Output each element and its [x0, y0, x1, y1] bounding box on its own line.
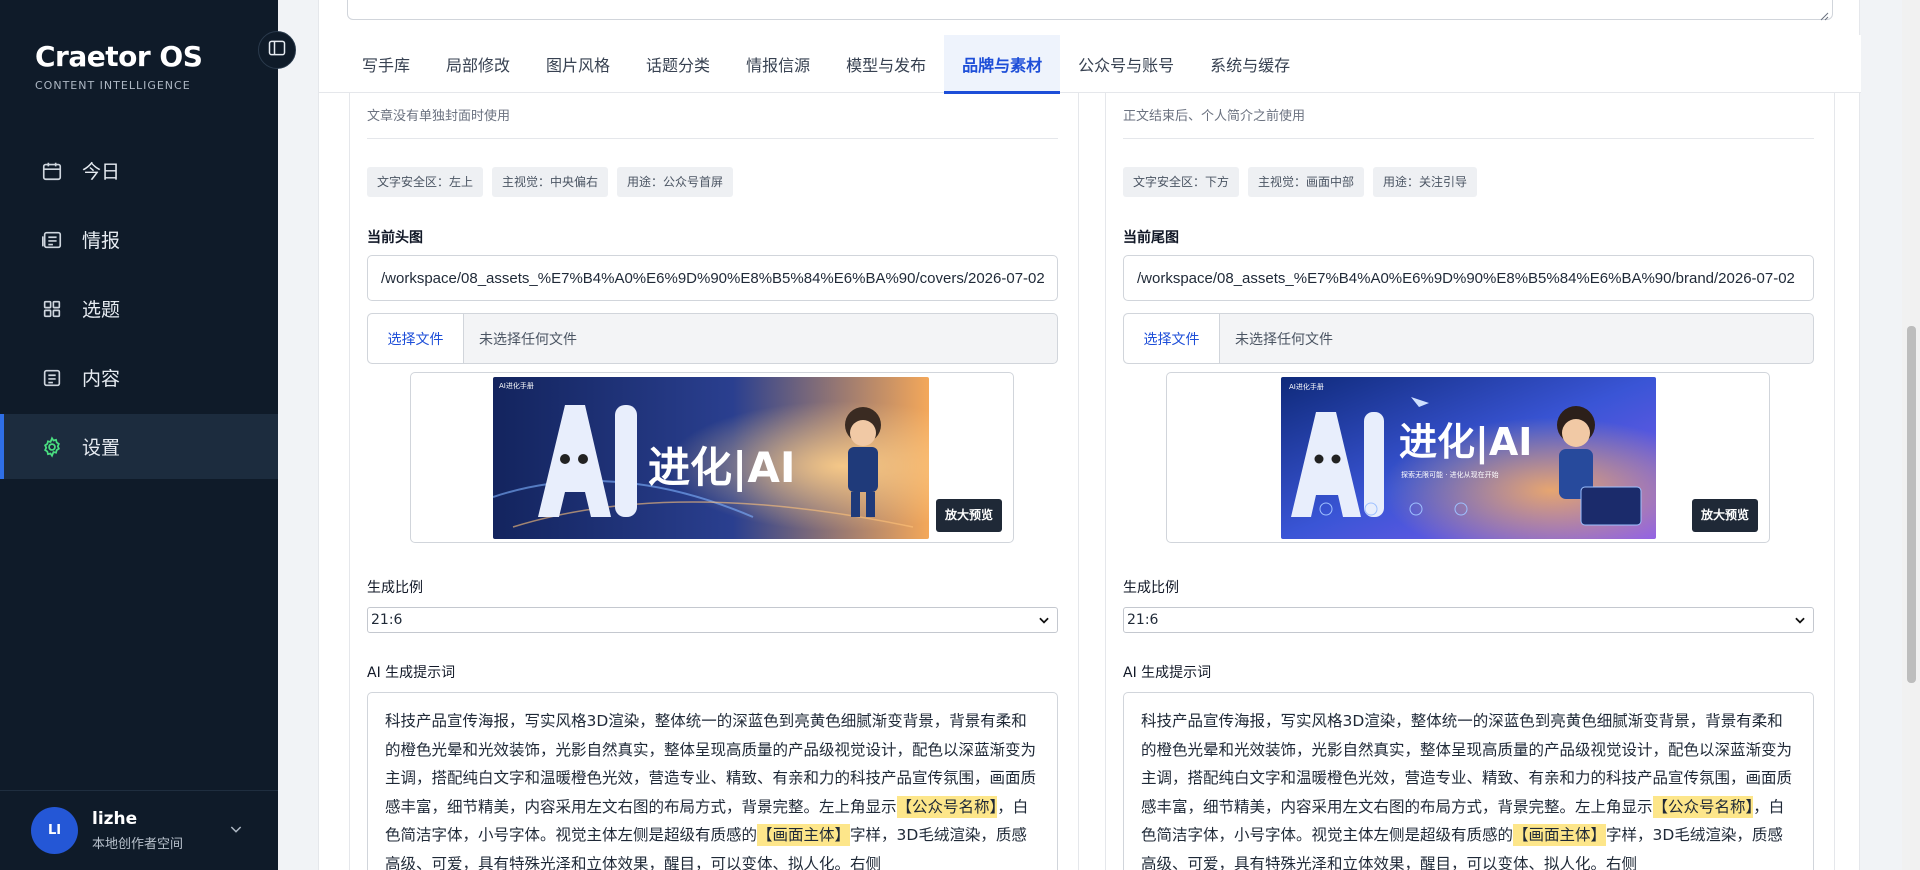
- cover-image-caption: AI进化手册: [499, 381, 534, 390]
- image-path-input[interactable]: /workspace/08_assets_%E7%B4%A0%E6%9D%90%…: [1123, 255, 1814, 301]
- sidebar-item-label: 今日: [82, 161, 121, 183]
- prompt-textarea[interactable]: 科技产品宣传海报，写实风格3D渲染，整体统一的深蓝色到亮黄色细腻渐变背景，背景有…: [1123, 692, 1814, 870]
- cover-image-title: 进化|AI: [648, 443, 795, 492]
- tab-model-publish[interactable]: 模型与发布: [828, 35, 944, 93]
- scrollbar-thumb[interactable]: [1907, 326, 1916, 683]
- main-content: 写手库 局部修改 图片风格 话题分类 情报信源 模型与发布 品牌与素材 公众号与…: [318, 0, 1861, 870]
- sidebar-nav: 今日 情报 选题 内容 设置: [0, 138, 278, 483]
- sidebar: Craetor OS CONTENT INTELLIGENCE 今日 情报 选题: [0, 0, 278, 870]
- image-preview: AI进化手册 进化|AI 放大预览: [410, 372, 1014, 543]
- ratio-label: 生成比例: [367, 580, 423, 596]
- user-workspace: 本地创作者空间: [92, 837, 184, 852]
- sidebar-item-intel[interactable]: 情报: [0, 207, 278, 272]
- sidebar-toggle-button[interactable]: [258, 31, 296, 69]
- chevron-down-icon[interactable]: [228, 821, 244, 841]
- current-image-label: 当前尾图: [1123, 230, 1179, 246]
- tail-image-subtitle: 探索无限可能 · 进化从现在开始: [1401, 470, 1499, 479]
- tab-topic-category[interactable]: 话题分类: [628, 35, 728, 93]
- ratio-select[interactable]: 21:6: [367, 607, 1058, 633]
- grid-icon: [40, 297, 64, 321]
- current-image-label: 当前头图: [367, 230, 423, 246]
- placeholder-highlight: 【画面主体】: [757, 824, 851, 847]
- brand: Craetor OS CONTENT INTELLIGENCE: [35, 40, 203, 92]
- settings-tabs: 写手库 局部修改 图片风格 话题分类 情报信源 模型与发布 品牌与素材 公众号与…: [319, 35, 1861, 94]
- file-picker: 选择文件 未选择任何文件: [1123, 313, 1814, 364]
- tail-image[interactable]: AI进化手册 进化|AI 探索无限可能 · 进化从现在开始: [1281, 377, 1656, 539]
- sidebar-item-topics[interactable]: 选题: [0, 276, 278, 341]
- tab-partial-edit[interactable]: 局部修改: [428, 35, 528, 93]
- prompt-label: AI 生成提示词: [367, 665, 456, 681]
- chevron-down-icon: [1037, 613, 1051, 631]
- tag: 文字安全区：下方: [1123, 167, 1240, 197]
- choose-file-button[interactable]: 选择文件: [368, 314, 464, 363]
- tab-writers[interactable]: 写手库: [344, 35, 428, 93]
- image-path-input[interactable]: /workspace/08_assets_%E7%B4%A0%E6%9D%90%…: [367, 255, 1058, 301]
- brand-subtitle: CONTENT INTELLIGENCE: [35, 79, 191, 92]
- tab-image-style[interactable]: 图片风格: [528, 35, 628, 93]
- zoom-preview-button[interactable]: 放大预览: [1691, 499, 1758, 532]
- image-preview: AI进化手册 进化|AI 探索无限可能 · 进化从现在开始 放大预览: [1166, 372, 1770, 543]
- tab-system-cache[interactable]: 系统与缓存: [1192, 35, 1308, 93]
- sidebar-item-content[interactable]: 内容: [0, 345, 278, 410]
- sidebar-item-label: 设置: [82, 437, 121, 459]
- user-profile[interactable]: LI lizhe 本地创作者空间: [0, 790, 278, 870]
- sidebar-item-label: 选题: [82, 299, 121, 321]
- zoom-preview-button[interactable]: 放大预览: [935, 499, 1002, 532]
- tab-intel-sources[interactable]: 情报信源: [728, 35, 828, 93]
- cover-image[interactable]: AI进化手册 进化|AI: [493, 377, 929, 539]
- ratio-value: 21:6: [1127, 612, 1159, 628]
- sidebar-panel-icon: [267, 38, 287, 62]
- page-scrollbar[interactable]: [1902, 0, 1920, 870]
- tab-accounts[interactable]: 公众号与账号: [1060, 35, 1192, 93]
- sidebar-item-label: 内容: [82, 368, 121, 390]
- top-textarea[interactable]: [347, 0, 1833, 21]
- placeholder-highlight: 【公众号名称】: [896, 795, 998, 818]
- user-name: lizhe: [92, 809, 138, 829]
- document-icon: [40, 366, 64, 390]
- tag: 用途：关注引导: [1373, 167, 1478, 197]
- news-icon: [40, 228, 64, 252]
- tag: 主视觉：画面中部: [1248, 167, 1365, 197]
- file-status: 未选择任何文件: [479, 331, 577, 348]
- tab-brand-assets[interactable]: 品牌与素材: [944, 35, 1061, 94]
- tail-image-title: 进化|AI: [1399, 420, 1532, 465]
- panel-description: 文章没有单独封面时使用: [367, 109, 511, 124]
- ratio-select[interactable]: 21:6: [1123, 607, 1814, 633]
- ratio-value: 21:6: [371, 612, 403, 628]
- resize-grip-icon[interactable]: [1819, 6, 1829, 21]
- choose-file-button[interactable]: 选择文件: [1124, 314, 1220, 363]
- panel-description: 正文结束后、个人简介之前使用: [1123, 109, 1306, 124]
- sidebar-item-label: 情报: [82, 230, 121, 252]
- cover-image-panel: 文章没有单独封面时使用 文字安全区：左上 主视觉：中央偏右 用途：公众号首屏 当…: [349, 93, 1079, 870]
- tag: 主视觉：中央偏右: [492, 167, 609, 197]
- placeholder-highlight: 【公众号名称】: [1652, 795, 1754, 818]
- divider: [367, 138, 1058, 139]
- calendar-icon: [40, 159, 64, 183]
- placeholder-highlight: 【画面主体】: [1513, 824, 1607, 847]
- file-status: 未选择任何文件: [1235, 331, 1333, 348]
- avatar: LI: [31, 807, 78, 854]
- ratio-label: 生成比例: [1123, 580, 1179, 596]
- sidebar-item-settings[interactable]: 设置: [0, 414, 278, 479]
- sidebar-item-today[interactable]: 今日: [0, 138, 278, 203]
- tag-list: 文字安全区：下方 主视觉：画面中部 用途：关注引导: [1123, 167, 1478, 197]
- gear-icon: [40, 435, 64, 459]
- prompt-label: AI 生成提示词: [1123, 665, 1212, 681]
- tag-list: 文字安全区：左上 主视觉：中央偏右 用途：公众号首屏: [367, 167, 734, 197]
- tail-image-caption: AI进化手册: [1289, 382, 1324, 391]
- tag: 文字安全区：左上: [367, 167, 484, 197]
- file-picker: 选择文件 未选择任何文件: [367, 313, 1058, 364]
- tail-image-panel: 正文结束后、个人简介之前使用 文字安全区：下方 主视觉：画面中部 用途：关注引导…: [1105, 93, 1835, 870]
- prompt-textarea[interactable]: 科技产品宣传海报，写实风格3D渲染，整体统一的深蓝色到亮黄色细腻渐变背景，背景有…: [367, 692, 1058, 870]
- chevron-down-icon: [1793, 613, 1807, 631]
- tag: 用途：公众号首屏: [617, 167, 734, 197]
- divider: [1123, 138, 1814, 139]
- brand-title: Craetor OS: [35, 40, 203, 73]
